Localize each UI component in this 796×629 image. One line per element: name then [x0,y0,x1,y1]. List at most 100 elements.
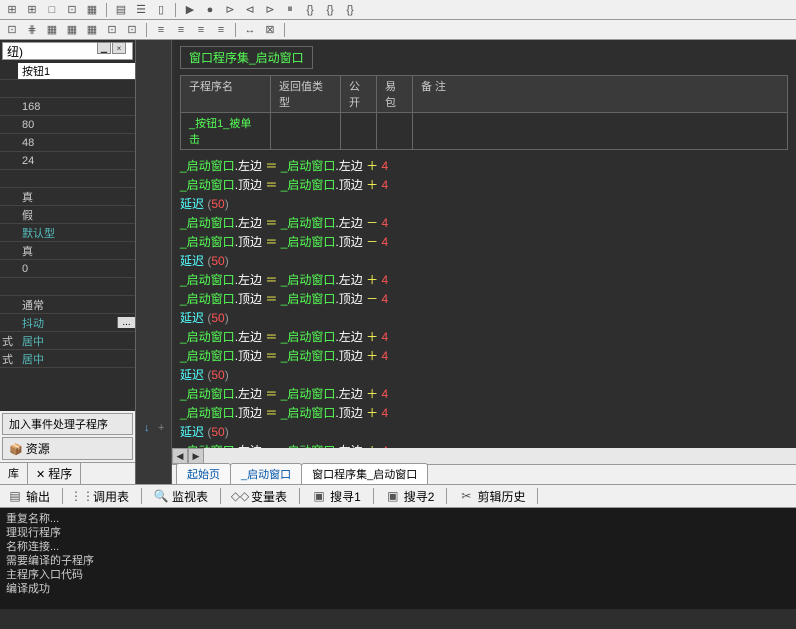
close-icon[interactable]: × [112,42,126,54]
tb1-icon-4[interactable]: ▦ [84,2,100,18]
remark-cell[interactable] [413,113,473,149]
tb1-icon-14[interactable]: ⊳ [262,2,278,18]
property-value[interactable]: 0 [18,263,135,275]
property-row[interactable]: 48 [0,134,135,152]
horizontal-scrollbar[interactable]: ◀ ▶ [172,448,796,464]
editor-tab[interactable]: 起始页 [176,463,231,484]
code-line[interactable]: _启动窗口.左边 ＝ _启动窗口.左边 ＋ 4 [180,270,788,289]
property-row[interactable]: 通常 [0,296,135,314]
tb1-icon-12[interactable]: ⊳ [222,2,238,18]
return-type-cell[interactable] [271,113,341,149]
property-value[interactable]: 假 [18,207,135,223]
bottom-tab-3[interactable]: ◇◇变量表 [233,488,287,505]
property-row[interactable]: 真 [0,242,135,260]
tb1-icon-0[interactable]: ⊞ [4,2,20,18]
property-value[interactable]: 居中 [18,333,135,349]
tb1-icon-15[interactable]: ⏸ [282,2,298,18]
tb2-icon-13[interactable]: ↔ [242,22,258,38]
tb1-icon-18[interactable]: {} [342,2,358,18]
property-row[interactable]: 80 [0,116,135,134]
property-row[interactable]: 168 [0,98,135,116]
tb2-icon-8[interactable]: ≡ [153,22,169,38]
code-line[interactable]: 延迟 (50) [180,365,788,384]
property-value[interactable]: 48 [18,137,135,149]
property-row[interactable]: 假 [0,206,135,224]
code-line[interactable]: 延迟 (50) [180,308,788,327]
code-line[interactable]: 延迟 (50) [180,422,788,441]
property-value[interactable]: 真 [18,189,135,205]
code-line[interactable]: _启动窗口.顶边 ＝ _启动窗口.顶边 ＋ 4 [180,403,788,422]
bottom-tab-6[interactable]: ✂剪辑历史 [459,488,525,505]
breakpoint-marker-icon[interactable]: ↓ [144,422,150,434]
resource-button[interactable]: 📦 资源 [2,437,133,460]
tb2-icon-3[interactable]: ▦ [64,22,80,38]
tb1-icon-7[interactable]: ☰ [133,2,149,18]
property-row[interactable] [0,278,135,296]
tb1-icon-16[interactable]: {} [302,2,318,18]
code-line[interactable]: 延迟 (50) [180,251,788,270]
code-line[interactable]: _启动窗口.顶边 ＝ _启动窗口.顶边 － 4 [180,289,788,308]
subroutine-name-cell[interactable]: _按钮1_被单击 [181,113,271,149]
property-value[interactable]: 按钮1 [18,63,135,79]
property-value[interactable]: 真 [18,243,135,259]
bottom-tab-4[interactable]: ▣搜寻1 [312,488,361,505]
property-row[interactable] [0,80,135,98]
code-line[interactable]: 延迟 (50) [180,194,788,213]
tb1-icon-3[interactable]: ⊡ [64,2,80,18]
property-value[interactable]: 默认型 [18,225,135,241]
tab-library[interactable]: 库 [0,463,28,484]
property-row[interactable] [0,170,135,188]
tb2-icon-14[interactable]: ⊠ [262,22,278,38]
tb2-icon-4[interactable]: ▦ [84,22,100,38]
tb1-icon-17[interactable]: {} [322,2,338,18]
editor-tab[interactable]: 窗口程序集_启动窗口 [301,463,428,484]
tab-program[interactable]: ✕ 程序 [28,463,81,484]
property-value[interactable]: 24 [18,155,135,167]
tb1-icon-13[interactable]: ⊲ [242,2,258,18]
bottom-tab-1[interactable]: ⋮⋮调用表 [75,488,129,505]
tb2-icon-5[interactable]: ⊡ [104,22,120,38]
ellipsis-button[interactable]: ... [117,317,135,328]
tb2-icon-6[interactable]: ⊡ [124,22,140,38]
editor-tab[interactable]: _启动窗口 [230,463,302,484]
property-row[interactable]: 真 [0,188,135,206]
tb1-icon-2[interactable]: □ [44,2,60,18]
tb2-icon-9[interactable]: ≡ [173,22,189,38]
tb2-icon-10[interactable]: ≡ [193,22,209,38]
code-line[interactable]: _启动窗口.顶边 ＝ _启动窗口.顶边 － 4 [180,232,788,251]
tb2-icon-11[interactable]: ≡ [213,22,229,38]
package-cell[interactable] [377,113,413,149]
property-value[interactable]: 抖动 [18,315,117,331]
tb2-icon-2[interactable]: ▦ [44,22,60,38]
add-event-handler-button[interactable]: 加入事件处理子程序 [2,413,133,435]
property-value[interactable]: 80 [18,119,135,131]
property-row[interactable]: 式居中 [0,332,135,350]
property-row[interactable]: 0 [0,260,135,278]
code-line[interactable]: _启动窗口.左边 ＝ _启动窗口.左边 ＋ 4 [180,327,788,346]
property-row[interactable]: 式居中 [0,350,135,368]
code-line[interactable]: _启动窗口.左边 ＝ _启动窗口.左边 － 4 [180,213,788,232]
scroll-right-icon[interactable]: ▶ [188,448,204,464]
property-row[interactable]: 按钮1 [0,62,135,80]
code-content[interactable]: 窗口程序集_启动窗口 子程序名返回值类型公开易包备 注 _按钮1_被单击 _启动… [172,40,796,448]
tb1-icon-8[interactable]: ▯ [153,2,169,18]
property-row[interactable]: 24 [0,152,135,170]
property-value[interactable]: 168 [18,101,135,113]
tb1-icon-10[interactable]: ▶ [182,2,198,18]
code-line[interactable]: _启动窗口.左边 ＝ _启动窗口.左边 ＋ 4 [180,441,788,448]
property-row[interactable]: 默认型 [0,224,135,242]
bottom-tab-5[interactable]: ▣搜寻2 [386,488,435,505]
bottom-tab-0[interactable]: ▤输出 [8,488,50,505]
code-line[interactable]: _启动窗口.左边 ＝ _启动窗口.左边 ＋ 4 [180,156,788,175]
minimize-icon[interactable]: ▁ [97,42,111,54]
scroll-track[interactable] [204,448,796,464]
property-value[interactable]: 居中 [18,351,135,367]
scroll-left-icon[interactable]: ◀ [172,448,188,464]
code-line[interactable]: _启动窗口.顶边 ＝ _启动窗口.顶边 ＋ 4 [180,175,788,194]
code-line[interactable]: _启动窗口.顶边 ＝ _启动窗口.顶边 ＋ 4 [180,346,788,365]
tb2-icon-1[interactable]: ⋕ [24,22,40,38]
tb1-icon-6[interactable]: ▤ [113,2,129,18]
fold-plus-icon[interactable]: + [158,422,164,434]
bottom-tab-2[interactable]: 🔍监视表 [154,488,208,505]
public-cell[interactable] [341,113,377,149]
